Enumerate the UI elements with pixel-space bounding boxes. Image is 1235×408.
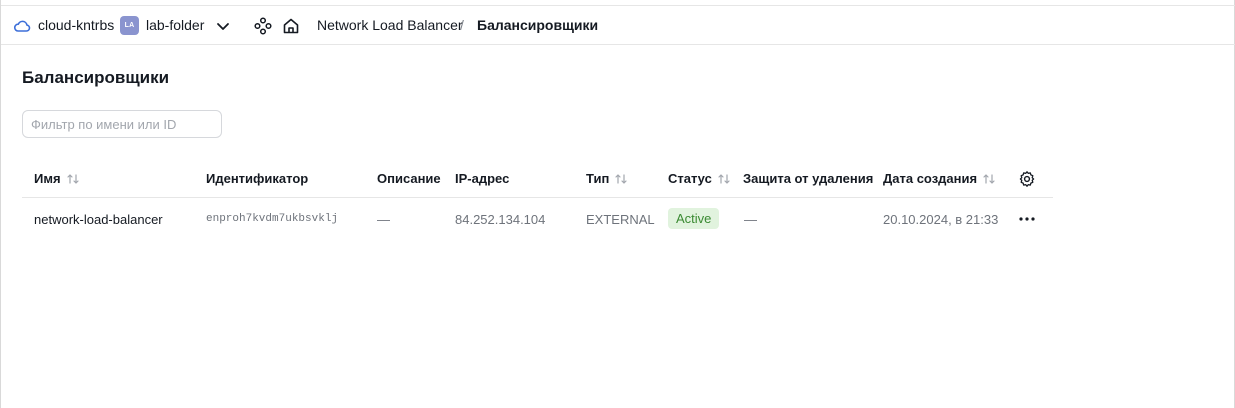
table-header-divider (22, 197, 1053, 198)
cell-ip: 84.252.134.104 (455, 212, 546, 227)
folder-avatar: LA (120, 16, 139, 35)
column-header-ip: IP-адрес (455, 171, 510, 186)
cell-description: — (377, 212, 390, 227)
sort-arrows-icon (983, 173, 995, 184)
cell-deletion-protection: — (744, 212, 757, 227)
cell-name[interactable]: network-load-balancer (34, 212, 163, 227)
cell-type: EXTERNAL (586, 212, 655, 227)
app-window: cloud-kntrbs LA lab-folder Network Load … (0, 0, 1235, 408)
column-header-deletion-protection: Защита от удаления (743, 171, 874, 186)
cell-created: 20.10.2024, в 21:33 (883, 212, 999, 227)
sort-arrows-icon (615, 173, 627, 184)
breadcrumb-current: Балансировщики (477, 17, 599, 33)
cloud-icon (14, 20, 31, 32)
breadcrumb-separator: / (460, 17, 464, 33)
sort-arrows-icon (718, 173, 730, 184)
breadcrumb-service[interactable]: Network Load Balancer (317, 17, 463, 33)
filter-input[interactable] (22, 110, 222, 138)
cell-id: enproh7kvdm7ukbsvklj (206, 213, 339, 225)
gear-icon[interactable] (1018, 170, 1036, 188)
more-horizontal-icon[interactable] (1017, 211, 1037, 227)
column-header-created[interactable]: Дата создания (883, 171, 996, 186)
chevron-down-icon[interactable] (214, 17, 232, 35)
status-badge: Active (668, 208, 720, 229)
page-title: Балансировщики (22, 68, 170, 87)
browser-top-strip (1, 0, 1235, 6)
column-header-id: Идентификатор (206, 171, 309, 186)
sort-arrows-icon (66, 173, 79, 184)
home-icon[interactable] (281, 16, 301, 36)
cloud-selector[interactable]: cloud-kntrbs (38, 17, 114, 33)
services-grid-icon[interactable] (253, 16, 273, 36)
folder-selector[interactable]: lab-folder (146, 17, 204, 33)
top-header: cloud-kntrbs LA lab-folder Network Load … (1, 7, 1235, 45)
column-header-description: Описание (377, 171, 441, 186)
column-header-status[interactable]: Статус (668, 171, 731, 186)
column-header-type[interactable]: Тип (586, 171, 628, 186)
column-header-name[interactable]: Имя (34, 171, 80, 186)
